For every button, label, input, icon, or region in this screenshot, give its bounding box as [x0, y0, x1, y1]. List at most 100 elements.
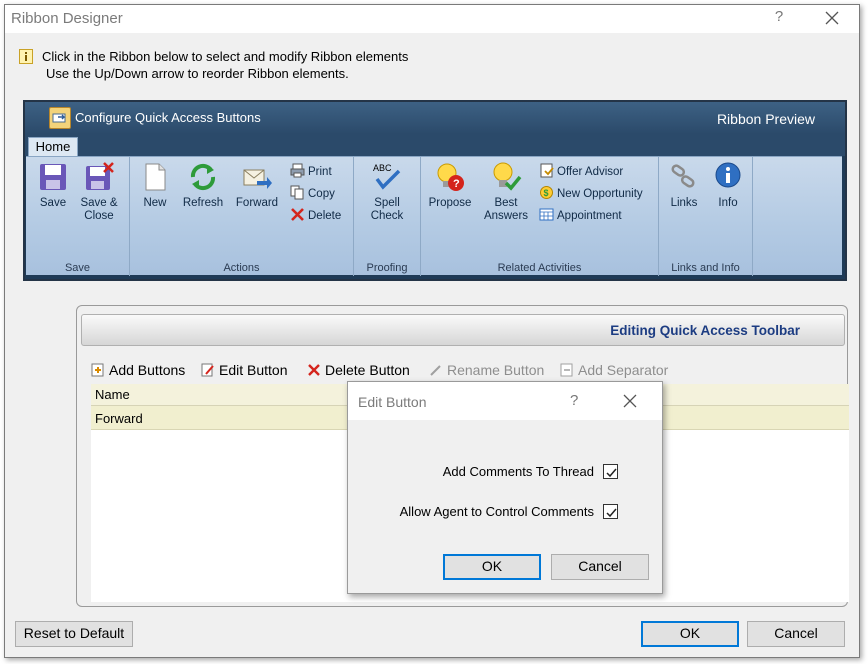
print-button[interactable]: Print — [290, 163, 332, 181]
configure-quick-access-label[interactable]: Configure Quick Access Buttons — [75, 110, 261, 125]
quick-access-config-icon[interactable] — [49, 107, 71, 129]
spell-label-1: Spell — [374, 197, 400, 209]
new-opportunity-label: New Opportunity — [557, 188, 643, 200]
add-comments-checkbox[interactable] — [603, 464, 618, 479]
group-actions-label: Actions — [223, 262, 260, 274]
new-button-label: New — [143, 197, 167, 209]
best-answers-label-1: Best — [494, 197, 518, 209]
appointment-label: Appointment — [557, 210, 622, 222]
forward-mail-icon — [243, 169, 272, 189]
propose-bulb-icon: ? — [437, 163, 464, 191]
group-proofing-label: Proofing — [366, 262, 408, 274]
propose-label: Propose — [428, 197, 472, 209]
close-icon[interactable] — [821, 7, 843, 29]
info-circle-icon — [715, 162, 741, 188]
svg-text:?: ? — [453, 178, 460, 190]
save-close-label-1: Save & — [80, 197, 118, 209]
cancel-button[interactable]: Cancel — [747, 621, 845, 647]
best-answers-bulb-icon — [493, 162, 522, 191]
best-answers-label-2: Answers — [483, 210, 529, 222]
rename-button-label: Rename Button — [447, 362, 545, 378]
add-buttons-button[interactable]: Add Buttons — [91, 362, 185, 378]
ribbon-body: Save Save & Close Save New Refresh Forwa… — [26, 156, 842, 276]
save-button[interactable]: Save — [28, 161, 78, 210]
links-label: Links — [670, 197, 698, 209]
chain-link-icon — [671, 164, 695, 188]
add-buttons-label: Add Buttons — [109, 362, 186, 378]
window-title: Ribbon Designer — [11, 10, 123, 27]
copy-icon — [290, 185, 304, 200]
title-bar: Ribbon Designer ? — [5, 5, 859, 33]
ribbon-tab-row: Home — [25, 134, 845, 157]
save-close-icon — [86, 162, 114, 190]
edit-dialog-cancel-button[interactable]: Cancel — [551, 554, 649, 580]
edit-dialog-title-bar: Edit Button ? — [348, 382, 662, 420]
add-separator-icon — [560, 363, 573, 377]
edit-dialog-ok-button[interactable]: OK — [443, 554, 541, 580]
links-button[interactable]: Links — [659, 161, 709, 210]
new-button[interactable]: New — [130, 161, 180, 210]
ok-button[interactable]: OK — [641, 621, 739, 647]
quick-access-toolbar: Add Buttons Edit Button Delete Button Re… — [91, 362, 841, 382]
delete-button-button[interactable]: Delete Button — [307, 362, 410, 378]
copy-button[interactable]: Copy — [290, 185, 335, 203]
appointment-button[interactable]: Appointment — [539, 207, 622, 225]
info-icon — [19, 49, 33, 64]
spell-label-2: Check — [370, 210, 404, 222]
instruction-text: Click in the Ribbon below to select and … — [42, 49, 409, 64]
offer-advisor-button[interactable]: Offer Advisor — [539, 163, 623, 181]
ribbon-title-bar: Configure Quick Access Buttons Ribbon Pr… — [25, 102, 845, 134]
save-icon — [40, 164, 66, 190]
calendar-icon — [539, 208, 554, 221]
propose-button[interactable]: ? Propose — [425, 161, 475, 210]
edit-button-label: Edit Button — [219, 362, 288, 378]
info-button[interactable]: Info — [703, 161, 753, 210]
save-close-label-2: Close — [84, 210, 114, 222]
help-icon[interactable]: ? — [769, 8, 789, 28]
edit-icon — [201, 363, 214, 377]
group-related-activities: ? Propose Best Answers Offer Advisor $ Ne… — [421, 157, 659, 276]
add-comments-label: Add Comments To Thread — [442, 464, 594, 479]
best-answers-button[interactable]: Best Answers — [481, 161, 531, 223]
reset-to-default-button[interactable]: Reset to Default — [15, 621, 133, 647]
edit-button-dialog: Edit Button ? Add Comments To Thread All… — [347, 381, 663, 594]
edit-button-button[interactable]: Edit Button — [201, 362, 288, 378]
rename-pencil-icon — [430, 365, 441, 376]
delete-icon — [291, 208, 304, 221]
allow-agent-control-label: Allow Agent to Control Comments — [399, 504, 594, 519]
add-icon — [91, 363, 104, 377]
spell-check-icon: ABC — [373, 163, 401, 190]
print-icon — [290, 163, 305, 178]
new-document-icon — [145, 163, 166, 191]
delete-x-icon — [308, 364, 320, 376]
edit-dialog-help-icon[interactable]: ? — [570, 392, 578, 409]
refresh-icon — [190, 163, 216, 191]
edit-dialog-title: Edit Button — [358, 394, 427, 410]
ribbon-preview-label: Ribbon Preview — [716, 111, 815, 127]
refresh-button[interactable]: Refresh — [178, 161, 228, 210]
refresh-button-label: Refresh — [182, 197, 224, 209]
spell-check-button[interactable]: ABC Spell Check — [362, 161, 412, 223]
edit-dialog-close-icon[interactable] — [620, 391, 640, 411]
offer-advisor-icon — [540, 163, 554, 178]
delete-button-label: Delete Button — [325, 362, 410, 378]
group-save: Save Save & Close Save — [26, 157, 130, 276]
tab-home[interactable]: Home — [28, 137, 78, 157]
add-separator-button[interactable]: Add Separator — [560, 362, 668, 378]
instruction-subtext: Use the Up/Down arrow to reorder Ribbon … — [46, 66, 349, 81]
rename-button-button[interactable]: Rename Button — [429, 362, 544, 378]
forward-button[interactable]: Forward — [232, 161, 282, 210]
ribbon-preview: Configure Quick Access Buttons Ribbon Pr… — [23, 100, 847, 281]
add-separator-label: Add Separator — [578, 362, 669, 378]
group-actions: New Refresh Forward Print Copy Delete Ac… — [130, 157, 354, 276]
delete-button[interactable]: Delete — [290, 207, 341, 225]
svg-text:ABC: ABC — [373, 163, 392, 173]
save-close-button[interactable]: Save & Close — [74, 161, 124, 223]
group-proofing: ABC Spell Check Proofing — [354, 157, 421, 276]
group-links-info: Links Info Links and Info — [659, 157, 753, 276]
svg-text:$: $ — [544, 188, 549, 198]
group-save-label: Save — [64, 262, 91, 274]
new-opportunity-button[interactable]: $ New Opportunity — [539, 185, 643, 203]
allow-agent-control-checkbox[interactable] — [603, 504, 618, 519]
group-links-label: Links and Info — [671, 262, 740, 274]
